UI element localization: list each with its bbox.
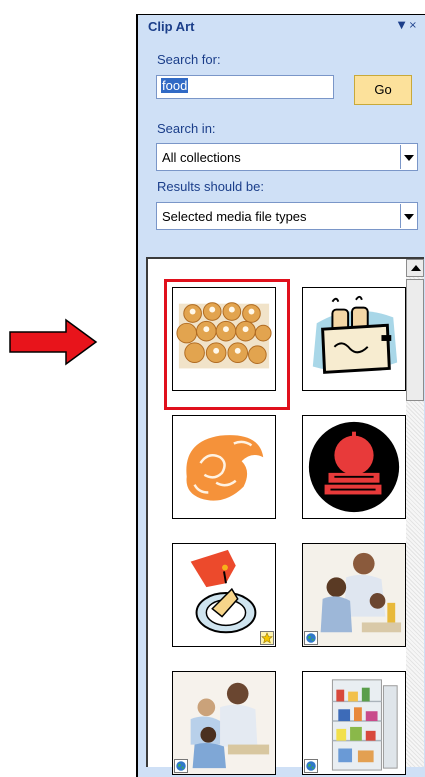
refrigerator-photo-image [303,672,405,774]
pane-title: Clip Art [148,19,195,34]
search-in-label: Search in: [157,121,216,136]
search-in-select[interactable]: All collections [156,143,418,171]
pane-menu-dropdown-icon[interactable]: ▼ × [398,20,417,31]
clip-art-task-pane: Clip Art ▼ × Search for: food Go Search … [136,14,425,777]
scroll-up-button[interactable] [406,259,424,277]
search-for-label: Search for: [157,52,221,67]
toaster-clipart-image [312,295,398,374]
clip-result-cornucopia[interactable] [172,415,276,519]
clip-result-refrigerator[interactable] [302,671,406,775]
results-gallery [146,257,424,775]
clip-result-family-eating[interactable] [172,671,276,775]
clip-result-toaster[interactable] [302,287,406,391]
clip-result-family-cooking[interactable] [302,543,406,647]
globe-badge-icon [174,759,188,773]
results-type-value: Selected media file types [162,209,307,224]
search-in-value: All collections [162,150,241,165]
apple-books-clipart-image [308,421,400,513]
scroll-thumb[interactable] [406,279,424,401]
star-badge-icon [260,631,274,645]
go-button[interactable]: Go [354,75,412,105]
search-input[interactable]: food [156,75,334,99]
clip-result-apple-books[interactable] [302,415,406,519]
family-cooking-photo-image [303,544,405,646]
chevron-down-icon[interactable] [400,204,416,228]
family-eating-photo-image [173,672,275,774]
search-input-value: food [161,78,189,93]
red-arrow-icon [9,318,98,366]
clip-result-birthday-cake[interactable] [172,543,276,647]
results-type-select[interactable]: Selected media file types [156,202,418,230]
vertical-scrollbar[interactable] [406,259,424,767]
results-should-be-label: Results should be: [157,179,264,194]
selected-result-highlight [164,279,290,410]
chevron-down-icon[interactable] [400,145,416,169]
cornucopia-clipart-image [186,435,264,501]
globe-badge-icon [304,759,318,773]
globe-badge-icon [304,631,318,645]
pane-header: Clip Art ▼ × [138,15,425,41]
